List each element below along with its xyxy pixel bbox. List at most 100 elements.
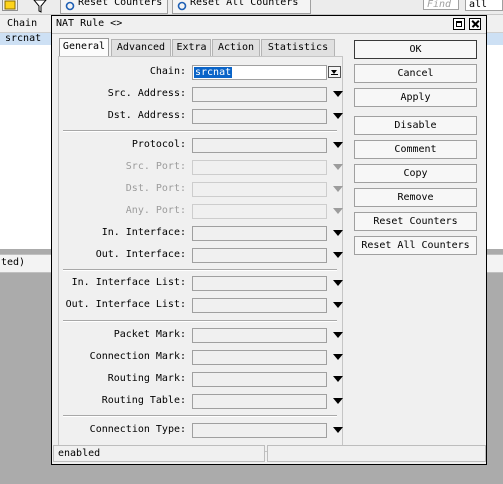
src-address-field[interactable] [192,87,327,102]
divider [63,320,337,322]
ok-button[interactable]: OK [354,40,477,59]
disable-button[interactable]: Disable [354,116,477,135]
reset-all-counters-button[interactable]: Reset All Counters [354,236,477,255]
reset-counters-button[interactable]: Reset Counters [60,0,168,14]
tab-extra[interactable]: Extra [172,39,211,56]
chain-label: Chain: [149,66,186,77]
dst-address-label: Dst. Address: [107,110,186,121]
tab-statistics[interactable]: Statistics [261,39,335,56]
protocol-expand-icon[interactable] [333,142,343,148]
out-interface-list-label: Out. Interface List: [65,299,186,310]
chain-dropdown-icon[interactable] [328,66,341,78]
dst-port-field [192,182,327,197]
src-address-expand-icon[interactable] [333,91,343,97]
status-cell-empty [267,445,486,462]
out-interface-expand-icon[interactable] [333,252,343,258]
connection-type-label: Connection Type: [89,424,186,435]
connection-type-expand-icon[interactable] [333,427,343,433]
dst-address-row: Dst. Address: [59,109,344,125]
any-port-label: Any. Port: [125,205,186,216]
out-interface-list-row: Out. Interface List: [59,298,344,314]
reset-counters-button[interactable]: Reset Counters [354,212,477,231]
dst-port-label: Dst. Port: [125,183,186,194]
src-port-label: Src. Port: [125,161,186,172]
filter-select[interactable]: all [465,0,503,11]
packet-mark-row: Packet Mark: [59,328,344,344]
dialog-titlebar[interactable]: NAT Rule <> [52,16,486,34]
routing-mark-field[interactable] [192,372,327,387]
tab-action[interactable]: Action [212,39,260,56]
status-cell: enabled [53,445,265,462]
dst-port-row: Dst. Port: [59,182,344,198]
in-interface-list-expand-icon[interactable] [333,280,343,286]
main-toolbar: Reset Counters Reset All Counters Find a… [0,0,503,15]
dst-address-expand-icon[interactable] [333,113,343,119]
copy-button[interactable]: Copy [354,164,477,183]
tab-advanced[interactable]: Advanced [111,39,171,56]
apply-button[interactable]: Apply [354,88,477,107]
in-interface-label: In. Interface: [101,227,186,238]
out-interface-field[interactable] [192,248,327,263]
src-port-field [192,160,327,175]
out-interface-label: Out. Interface: [95,249,186,260]
routing-mark-expand-icon[interactable] [333,376,343,382]
filter-icon[interactable] [33,0,47,13]
packet-mark-field[interactable] [192,328,327,343]
table-cell-chain: srcnat [5,33,42,44]
nat-rule-dialog: NAT Rule <> General Advanced Extra Actio… [51,15,487,465]
routing-table-row: Routing Table: [59,394,344,410]
any-port-row: Any. Port: [59,204,344,220]
connection-mark-field[interactable] [192,350,327,365]
general-tab-panel: Chain: srcnat Src. Address: Dst. Address… [58,56,343,452]
routing-table-field[interactable] [192,394,327,409]
protocol-field[interactable] [192,138,327,153]
src-address-row: Src. Address: [59,87,344,103]
packet-mark-label: Packet Mark: [113,329,186,340]
folder-icon[interactable] [2,0,18,11]
connection-mark-expand-icon[interactable] [333,354,343,360]
cancel-button[interactable]: Cancel [354,64,477,83]
remove-button[interactable]: Remove [354,188,477,207]
src-port-row: Src. Port: [59,160,344,176]
chain-value: srcnat [194,67,233,78]
dialog-status-bar: enabled [53,445,486,463]
in-interface-field[interactable] [192,226,327,241]
find-input[interactable]: Find [423,0,459,10]
reset-icon [177,1,187,11]
tab-general[interactable]: General [59,38,109,57]
protocol-label: Protocol: [131,139,186,150]
reset-all-counters-button[interactable]: Reset All Counters [172,0,311,14]
connection-type-row: Connection Type: [59,423,344,439]
in-interface-list-field[interactable] [192,276,327,291]
routing-mark-label: Routing Mark: [107,373,186,384]
protocol-row: Protocol: [59,138,344,154]
reset-icon [65,1,75,11]
close-icon[interactable] [469,18,481,30]
src-address-label: Src. Address: [107,88,186,99]
in-interface-expand-icon[interactable] [333,230,343,236]
maximize-icon[interactable] [453,18,465,30]
out-interface-list-field[interactable] [192,298,327,313]
dialog-title: NAT Rule <> [56,18,123,29]
routing-table-label: Routing Table: [101,395,186,406]
reset-all-counters-label: Reset All Counters [190,0,299,8]
routing-mark-row: Routing Mark: [59,372,344,388]
in-interface-list-row: In. Interface List: [59,276,344,292]
in-interface-list-label: In. Interface List: [71,277,186,288]
chain-field[interactable]: srcnat [192,65,327,80]
packet-mark-expand-icon[interactable] [333,332,343,338]
any-port-expand-icon [333,208,343,214]
comment-button[interactable]: Comment [354,140,477,159]
dst-port-expand-icon [333,186,343,192]
column-header-label: Chain [7,18,38,29]
main-status-text: ted) [1,257,26,268]
divider [63,269,337,271]
divider [63,130,337,132]
connection-mark-label: Connection Mark: [89,351,186,362]
out-interface-list-expand-icon[interactable] [333,302,343,308]
connection-type-field[interactable] [192,423,327,438]
chain-row: Chain: srcnat [59,65,344,81]
dst-address-field[interactable] [192,109,327,124]
routing-table-expand-icon[interactable] [333,398,343,404]
out-interface-row: Out. Interface: [59,248,344,264]
